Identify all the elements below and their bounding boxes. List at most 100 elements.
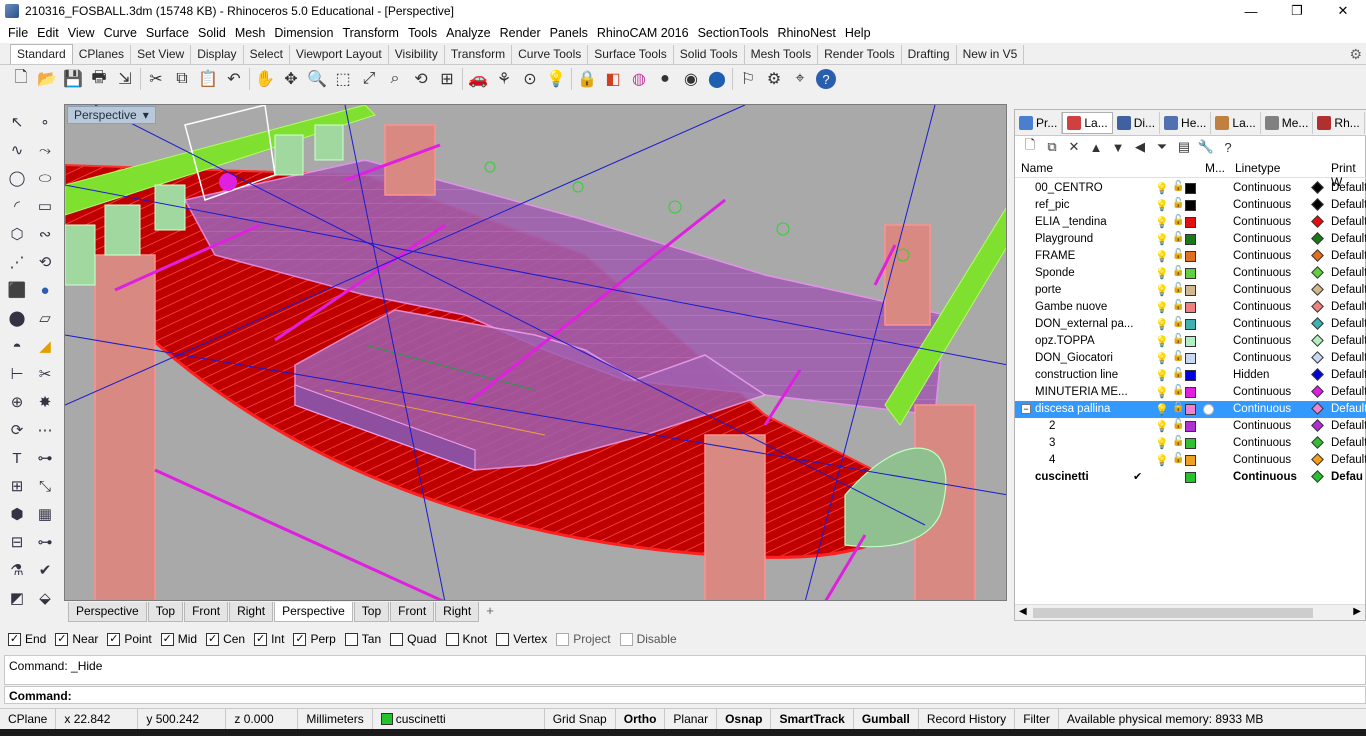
print-width[interactable]: Default — [1331, 369, 1366, 381]
layer-color-swatch[interactable] — [1185, 404, 1196, 415]
toolbar-tab-drafting[interactable]: Drafting — [902, 45, 957, 64]
options-icon[interactable]: ⚙ — [761, 67, 787, 91]
select-arrow-icon[interactable]: ↖ — [4, 110, 30, 134]
array-icon[interactable]: ⋯ — [32, 418, 58, 442]
panel-tab-4[interactable]: La... — [1211, 111, 1261, 134]
layer-row[interactable]: FRAME 💡 🔓 Continuous Default — [1015, 248, 1366, 265]
menu-file[interactable]: File — [4, 26, 32, 40]
move-icon[interactable]: ⟳ — [4, 418, 30, 442]
lightbulb-icon[interactable]: 💡 — [1155, 182, 1169, 195]
layer-list-scrollbar[interactable]: ◀ ▶ — [1015, 604, 1365, 620]
print-width[interactable]: Default — [1331, 335, 1366, 347]
print-color-swatch[interactable] — [1311, 300, 1324, 313]
layer-color-swatch[interactable] — [1185, 285, 1196, 296]
layer-linetype[interactable]: Continuous — [1233, 250, 1291, 262]
layer-row[interactable]: Playground 💡 🔓 Continuous Default — [1015, 231, 1366, 248]
layer-name[interactable]: discesa pallina — [1035, 403, 1110, 415]
four-views-icon[interactable]: ⊞ — [434, 67, 460, 91]
layer-color-swatch[interactable] — [1185, 217, 1196, 228]
toolbar-tab-solid-tools[interactable]: Solid Tools — [674, 45, 745, 64]
paste-icon[interactable]: 📋 — [195, 67, 221, 91]
toolbar-tab-visibility[interactable]: Visibility — [389, 45, 445, 64]
layer-name[interactable]: FRAME — [1035, 250, 1075, 262]
ellipse-icon[interactable]: ⬭ — [32, 166, 58, 190]
print-color-swatch[interactable] — [1311, 283, 1324, 296]
status-toggle-planar[interactable]: Planar — [665, 708, 718, 730]
toolbar-tab-viewport-layout[interactable]: Viewport Layout — [290, 45, 389, 64]
new-layer-icon[interactable]: 🗋 — [1021, 136, 1039, 158]
select-icon[interactable]: ⚐ — [735, 67, 761, 91]
arc-icon[interactable]: ◜ — [4, 194, 30, 218]
layer-linetype[interactable]: Continuous — [1233, 454, 1291, 466]
viewport-tab-front[interactable]: Front — [184, 602, 229, 622]
join-icon[interactable]: ⊕ — [4, 390, 30, 414]
viewport-tab-perspective[interactable]: Perspective — [68, 602, 147, 622]
unlock-icon[interactable]: 🔓 — [1172, 249, 1184, 260]
lightbulb-icon[interactable]: 💡 — [1155, 403, 1169, 416]
named-cplane-icon[interactable]: ⊙ — [517, 67, 543, 91]
print-color-swatch[interactable] — [1311, 181, 1324, 194]
import-icon[interactable]: ⇲ — [112, 67, 138, 91]
unlock-icon[interactable]: 🔓 — [1172, 351, 1184, 362]
menu-surface[interactable]: Surface — [142, 26, 193, 40]
named-view-icon[interactable]: ⚘ — [491, 67, 517, 91]
cut-icon[interactable]: ✂ — [143, 67, 169, 91]
car-icon[interactable]: 🚗 — [465, 67, 491, 91]
osnap-disable[interactable]: Disable — [619, 632, 677, 646]
osnap-end[interactable]: ✓ End — [8, 632, 46, 646]
layer-name[interactable]: 2 — [1049, 420, 1055, 432]
osnap-knot[interactable]: Knot — [445, 632, 487, 646]
group-icon[interactable]: ⊞ — [4, 474, 30, 498]
print-width[interactable]: Default — [1331, 318, 1366, 330]
column-name[interactable]: Name — [1021, 161, 1053, 175]
help-icon[interactable]: ? — [816, 69, 836, 89]
scroll-left-icon[interactable]: ◀ — [1019, 606, 1027, 617]
new-sublayer-icon[interactable]: ⧉ — [1043, 139, 1061, 155]
undo-icon[interactable]: ↶ — [221, 67, 247, 91]
layer-row[interactable]: construction line 💡 🔓 Hidden Default — [1015, 367, 1366, 384]
toolbar-tab-select[interactable]: Select — [244, 45, 290, 64]
freeform-curve-icon[interactable]: ∾ — [32, 222, 58, 246]
status-toggle-filter[interactable]: Filter — [1015, 708, 1059, 730]
move-up-icon[interactable]: ▲ — [1087, 140, 1105, 155]
scroll-right-icon[interactable]: ▶ — [1353, 606, 1361, 617]
unlock-icon[interactable]: 🔓 — [1172, 198, 1184, 209]
layer-row[interactable]: DON_Giocatori 💡 🔓 Continuous Default — [1015, 350, 1366, 367]
print-width[interactable]: Default — [1331, 301, 1366, 313]
menu-solid[interactable]: Solid — [194, 26, 230, 40]
viewport-tab-front[interactable]: Front — [390, 602, 435, 622]
unlock-icon[interactable]: 🔓 — [1172, 215, 1184, 226]
print-color-swatch[interactable] — [1311, 402, 1324, 415]
layer-row[interactable]: porte 💡 🔓 Continuous Default — [1015, 282, 1366, 299]
lightbulb-icon[interactable]: 💡 — [1155, 318, 1169, 331]
print-icon[interactable]: 🖶 — [86, 67, 112, 91]
print-width[interactable]: Default — [1331, 284, 1366, 296]
osnap-checkbox[interactable]: ✓ — [107, 632, 121, 646]
print-color-swatch[interactable] — [1311, 470, 1324, 483]
move-down-icon[interactable]: ▼ — [1109, 140, 1127, 155]
text-icon[interactable]: T — [4, 446, 30, 470]
print-color-swatch[interactable] — [1311, 419, 1324, 432]
print-color-swatch[interactable] — [1311, 453, 1324, 466]
menu-edit[interactable]: Edit — [33, 26, 63, 40]
osnap-vertex[interactable]: Vertex — [496, 632, 547, 646]
layer-name[interactable]: Gambe nuove — [1035, 301, 1107, 313]
print-color-swatch[interactable] — [1311, 334, 1324, 347]
display-icon[interactable]: ◩ — [4, 586, 30, 610]
layer-linetype[interactable]: Continuous — [1233, 403, 1291, 415]
layer-linetype[interactable]: Continuous — [1233, 352, 1291, 364]
print-width[interactable]: Default — [1331, 233, 1366, 245]
polyline-icon[interactable]: ∿ — [4, 138, 30, 162]
osnap-quad[interactable]: Quad — [390, 632, 437, 646]
layer-linetype[interactable]: Continuous — [1233, 267, 1291, 279]
rotate-icon[interactable]: ✥ — [278, 67, 304, 91]
viewport-title[interactable]: Perspective ▾ — [67, 106, 156, 124]
unlock-icon[interactable]: 🔓 — [1172, 368, 1184, 379]
layer-name[interactable]: opz.TOPPA — [1035, 335, 1095, 347]
fillet-icon[interactable]: ◢ — [32, 334, 58, 358]
lightbulb-icon[interactable]: 💡 — [1155, 267, 1169, 280]
menu-mesh[interactable]: Mesh — [231, 26, 270, 40]
analysis-icon[interactable]: ⊶ — [32, 530, 58, 554]
toolbar-tab-set-view[interactable]: Set View — [131, 45, 192, 64]
lightbulb-icon[interactable]: 💡 — [1155, 386, 1169, 399]
